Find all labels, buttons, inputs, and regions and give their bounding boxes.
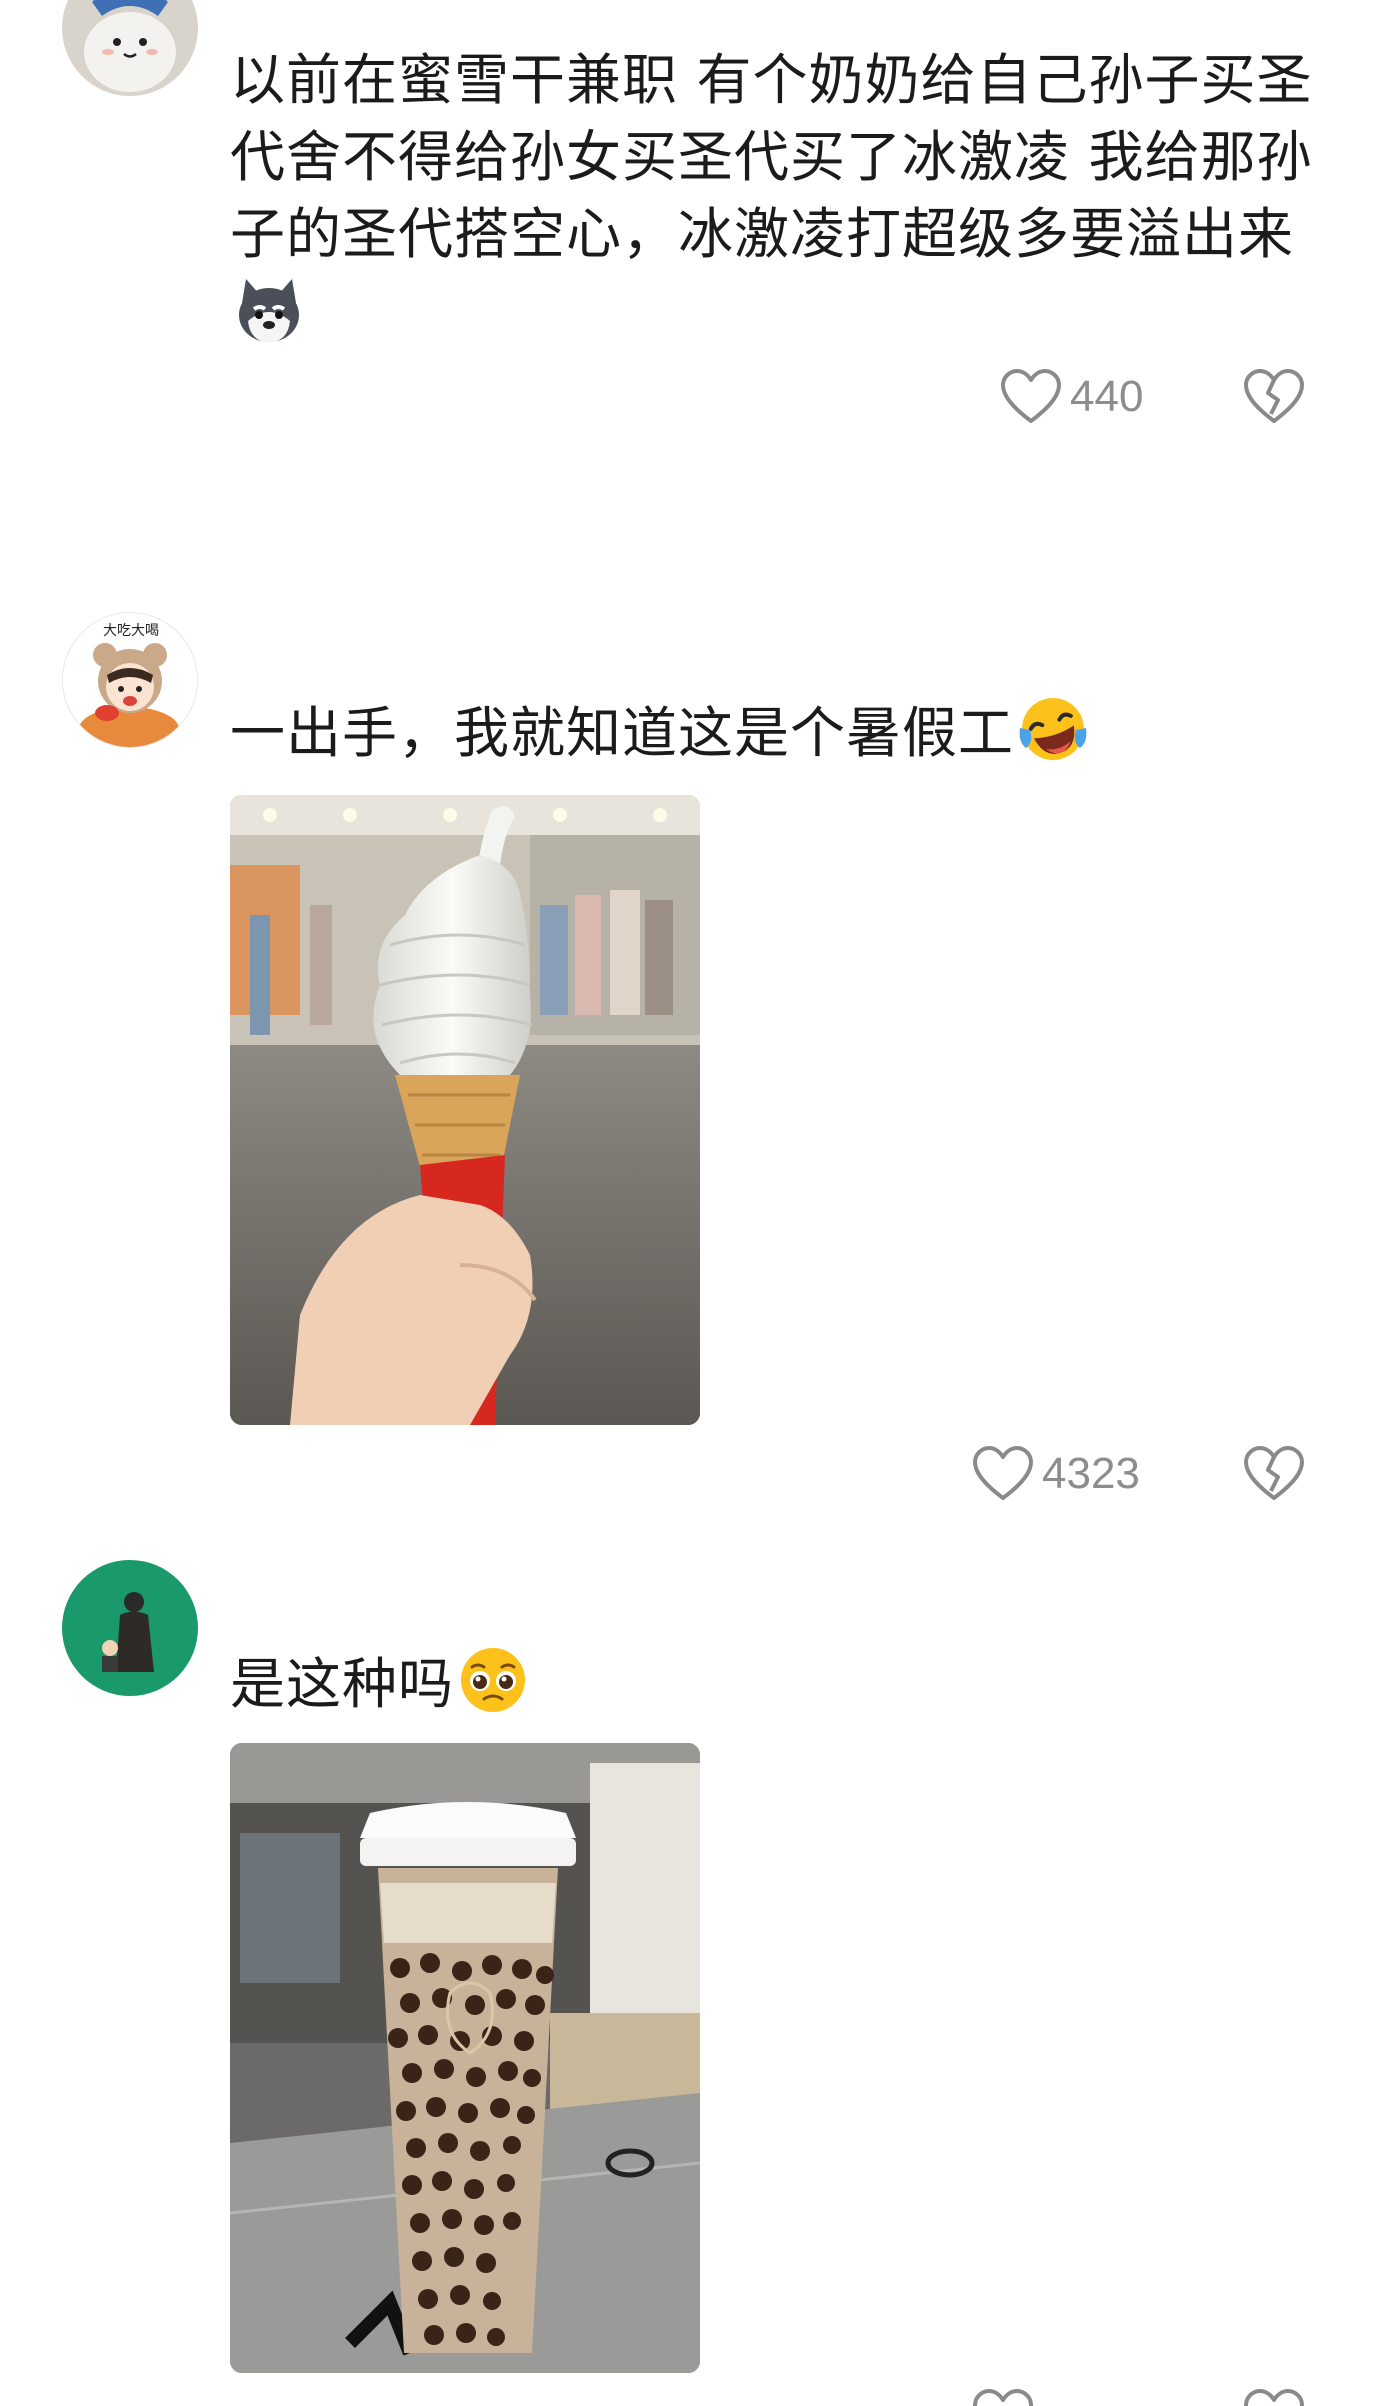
dislike-button[interactable] [1243, 2388, 1305, 2406]
bubble-tea-cup-photo[interactable] [230, 1743, 700, 2373]
comment-actions [0, 2388, 1375, 2406]
like-count: 4323 [1042, 1449, 1140, 1498]
green-figure-avatar-icon[interactable] [62, 1560, 198, 1696]
comment-text: 以前在蜜雪干兼职 有个奶奶给自己孙子买圣代舍不得给孙女买圣代买了冰激凌 我给那孙… [230, 42, 1340, 353]
comment-actions: 4323 [0, 1445, 1375, 1515]
comment-text-content: 以前在蜜雪干兼职 有个奶奶给自己孙子买圣代舍不得给孙女买圣代买了冰激凌 我给那孙… [230, 48, 1313, 266]
heart-outline-icon [973, 1446, 1033, 1500]
avatar-caption: 大吃大喝 [103, 623, 159, 639]
pleading-face-emoji-icon [456, 1643, 530, 1717]
laughing-crying-emoji-icon [1016, 692, 1090, 766]
comment-feed: 以前在蜜雪干兼职 有个奶奶给自己孙子买圣代舍不得给孙女买圣代买了冰激凌 我给那孙… [0, 0, 1375, 2406]
like-button[interactable]: 4323 [972, 1445, 1140, 1503]
comment-text-content: 是这种吗 [230, 1652, 455, 1716]
like-button[interactable]: 440 [1000, 368, 1143, 426]
husky-dog-emoji-icon [232, 273, 306, 347]
cartoon-cat-avatar-icon[interactable] [62, 0, 198, 96]
broken-heart-icon [1244, 2389, 1304, 2406]
cartoon-bear-girl-avatar-icon[interactable]: 大吃大喝 [62, 612, 198, 748]
like-button[interactable] [972, 2388, 1034, 2406]
dislike-button[interactable] [1243, 1445, 1305, 1507]
broken-heart-icon [1244, 369, 1304, 423]
ice-cream-cone-photo[interactable] [230, 795, 700, 1425]
broken-heart-icon [1244, 1446, 1304, 1500]
heart-outline-icon [973, 2389, 1033, 2406]
comment-actions: 440 [0, 368, 1375, 438]
comment-text: 是这种吗 [230, 1643, 1340, 1723]
like-count: 440 [1070, 372, 1144, 421]
dislike-button[interactable] [1243, 368, 1305, 430]
comment-text-content: 一出手，我就知道这是个暑假工 [230, 701, 1015, 765]
comment-text: 一出手，我就知道这是个暑假工 [230, 692, 1340, 772]
heart-outline-icon [1001, 369, 1061, 423]
